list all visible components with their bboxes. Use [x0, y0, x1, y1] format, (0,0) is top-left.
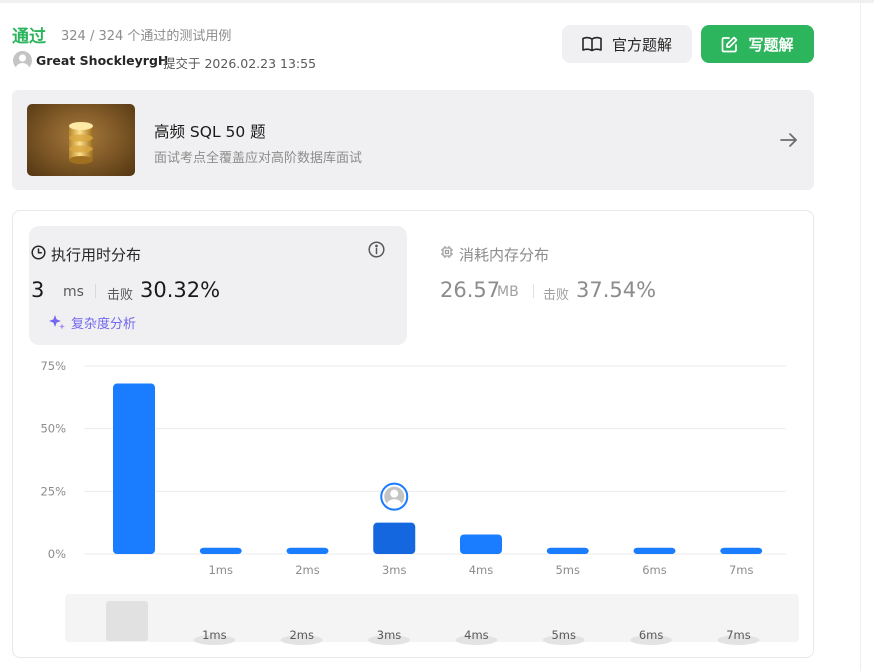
chart-bar[interactable] [113, 383, 155, 554]
overview-tick-label: 1ms [202, 628, 227, 642]
overview-tick-label: 7ms [726, 628, 751, 642]
overview-tick-label: 5ms [551, 628, 576, 642]
y-tick-label: 0% [48, 547, 66, 561]
x-tick-label: 7ms [729, 563, 754, 577]
overview-tick-label: 6ms [639, 628, 664, 642]
chart-bar[interactable] [373, 522, 416, 554]
y-tick-label: 50% [40, 422, 66, 436]
x-tick-label: 5ms [555, 563, 580, 577]
marker-avatar-head [390, 489, 399, 498]
x-tick-label: 1ms [208, 563, 233, 577]
range-overview[interactable] [65, 594, 799, 642]
chart-bar[interactable] [460, 534, 502, 554]
y-tick-label: 25% [40, 484, 66, 498]
x-tick-label: 2ms [295, 563, 320, 577]
marker-avatar-body [387, 499, 402, 509]
overview-tick-label: 4ms [464, 628, 489, 642]
chart-bar[interactable] [546, 547, 589, 554]
chart-bar[interactable] [286, 547, 329, 554]
overview-tick-label: 3ms [377, 628, 402, 642]
chart-bar[interactable] [633, 547, 676, 554]
y-tick-label: 75% [40, 359, 66, 373]
overview-tick-label: 2ms [289, 628, 314, 642]
chart-bar[interactable] [199, 547, 242, 554]
x-tick-label: 3ms [382, 563, 407, 577]
overview-bar [106, 601, 148, 641]
chart-bar[interactable] [720, 547, 763, 554]
runtime-distribution-chart: 0% 25% 50% 75% 1ms 2ms 3ms 4ms 5ms 6ms 7ms 1ms 2ms 3m… [40, 359, 799, 645]
x-tick-label: 6ms [642, 563, 667, 577]
x-tick-label: 4ms [469, 563, 494, 577]
